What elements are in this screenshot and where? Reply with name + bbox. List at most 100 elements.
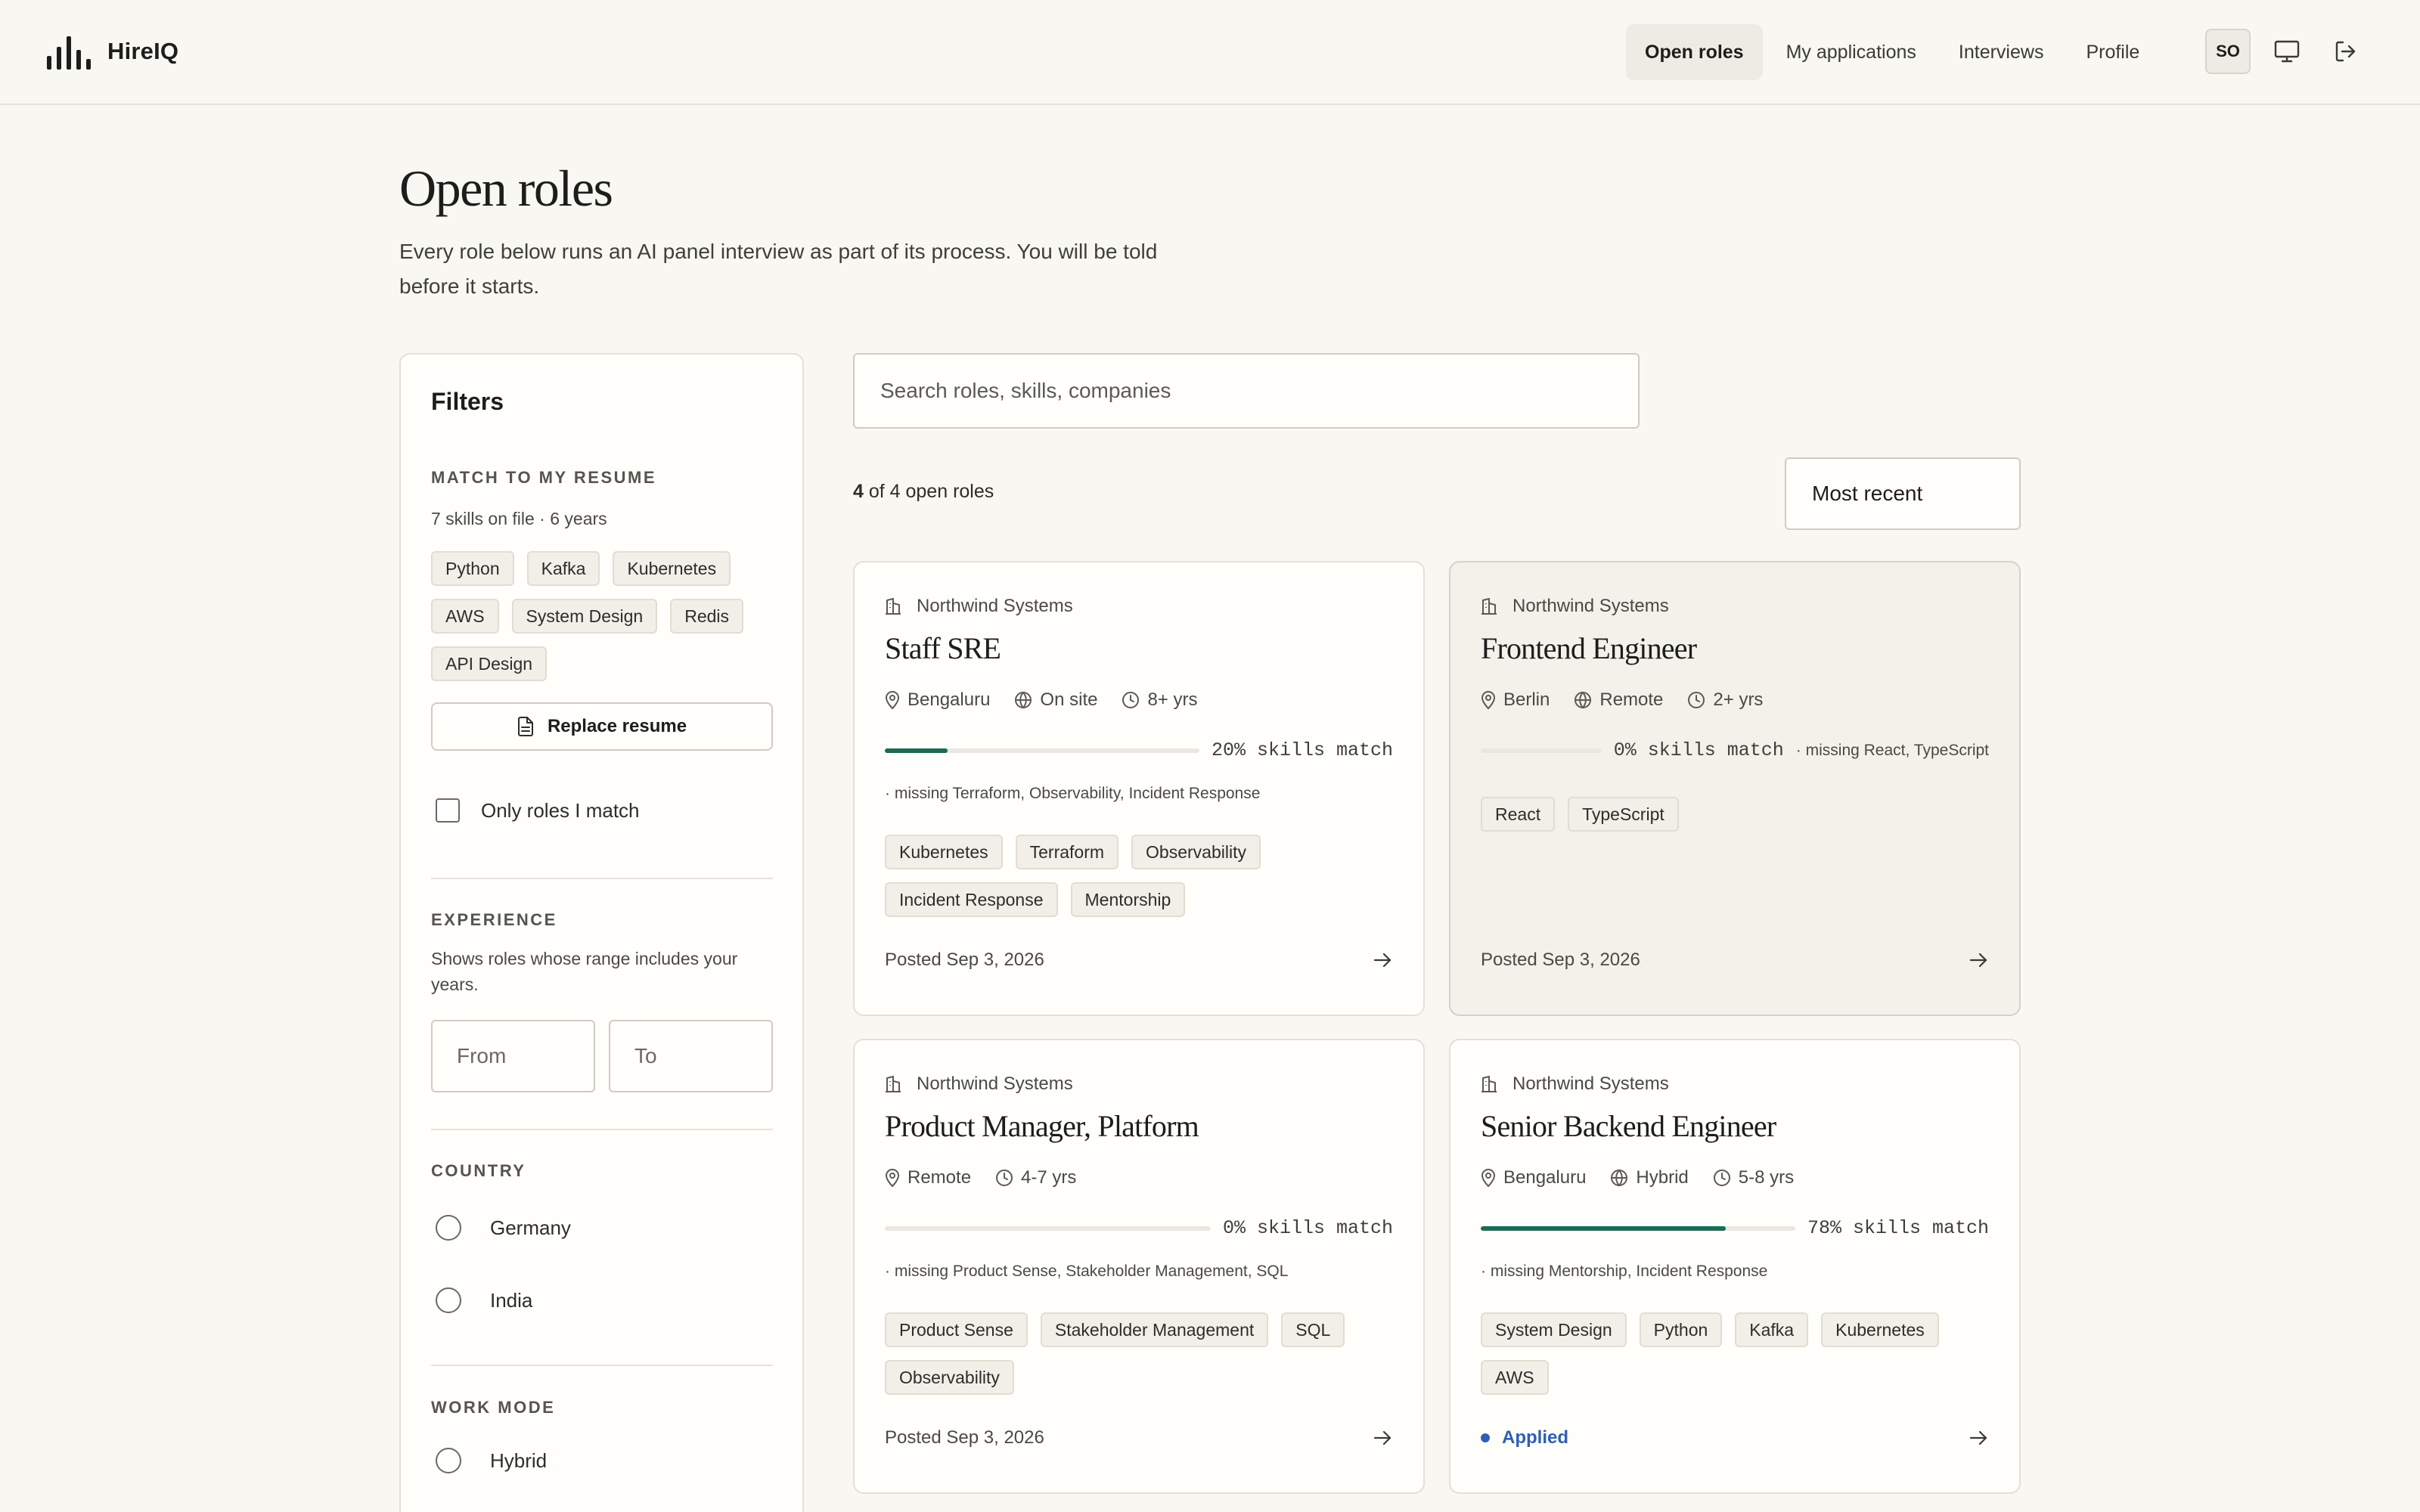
match-bar bbox=[885, 748, 1199, 753]
location-label: Bengaluru bbox=[1503, 1167, 1587, 1188]
replace-resume-button[interactable]: Replace resume bbox=[431, 702, 773, 751]
role-title[interactable]: Senior Backend Engineer bbox=[1481, 1108, 1776, 1144]
location: Berlin bbox=[1481, 689, 1550, 711]
only-match-toggle[interactable]: Only roles I match bbox=[436, 798, 640, 823]
match-label: 20% skills match bbox=[1211, 739, 1393, 761]
missing-skills: · missing Terraform, Observability, Inci… bbox=[885, 785, 1261, 802]
missing-skills: · missing Mentorship, Incident Response bbox=[1481, 1263, 1768, 1280]
skills-match: 0% skills match bbox=[885, 1217, 1393, 1239]
resume-skill-chip: Kafka bbox=[526, 551, 600, 586]
role-skill-chip: Mentorship bbox=[1070, 882, 1186, 917]
section-divider bbox=[431, 1365, 773, 1366]
role-skill-chip: System Design bbox=[1481, 1312, 1627, 1347]
resume-skill-chip: Kubernetes bbox=[613, 551, 731, 586]
logout-icon bbox=[2335, 41, 2356, 62]
monitor-icon bbox=[2274, 40, 2300, 63]
top-bar: HireIQ Open roles My applications Interv… bbox=[0, 0, 2420, 105]
location: Bengaluru bbox=[885, 689, 990, 711]
skills-match: 78% skills match bbox=[1481, 1217, 1989, 1239]
arrow-right-icon[interactable] bbox=[1968, 951, 1989, 969]
company-name: Northwind Systems bbox=[1512, 596, 1669, 616]
arrow-right-icon[interactable] bbox=[1968, 1429, 1989, 1447]
country-option-germany[interactable]: Germany bbox=[436, 1215, 571, 1241]
country-option-india[interactable]: India bbox=[436, 1287, 532, 1313]
company: Northwind Systems bbox=[885, 596, 1073, 617]
experience-label: 8+ yrs bbox=[1147, 689, 1198, 710]
work-mode: Hybrid bbox=[1610, 1167, 1689, 1188]
result-count-rest: of 4 open roles bbox=[868, 481, 994, 502]
posted-date: Posted Sep 3, 2026 bbox=[885, 1427, 1044, 1448]
filters-panel: Filters MATCH TO MY RESUME 7 skills on f… bbox=[399, 353, 804, 1512]
main-nav: Open roles My applications Interviews Pr… bbox=[1626, 24, 2163, 80]
experience-section-label: EXPERIENCE bbox=[431, 910, 557, 929]
only-match-checkbox[interactable] bbox=[436, 798, 460, 823]
brand[interactable]: HireIQ bbox=[47, 33, 178, 70]
building-icon bbox=[1481, 1076, 1497, 1092]
role-meta: Bengaluru On site 8+ yrs bbox=[885, 689, 1221, 711]
role-skill-chip: SQL bbox=[1281, 1312, 1345, 1347]
search-input[interactable] bbox=[853, 353, 1640, 429]
radio-button[interactable] bbox=[436, 1448, 461, 1473]
work-mode-option-hybrid[interactable]: Hybrid bbox=[436, 1448, 547, 1473]
role-card[interactable]: Northwind Systems Frontend Engineer Berl… bbox=[1449, 561, 2021, 1016]
posted-date: Posted Sep 3, 2026 bbox=[1481, 950, 1640, 970]
role-card[interactable]: Northwind Systems Senior Backend Enginee… bbox=[1449, 1039, 2021, 1494]
resume-section-label: MATCH TO MY RESUME bbox=[431, 468, 657, 487]
skills-match: 20% skills match bbox=[885, 739, 1393, 761]
monitor-button[interactable] bbox=[2264, 29, 2310, 74]
nav-my-applications[interactable]: My applications bbox=[1767, 24, 1935, 80]
country-section-label: COUNTRY bbox=[431, 1161, 526, 1180]
work-mode-label: On site bbox=[1040, 689, 1098, 710]
section-divider bbox=[431, 878, 773, 879]
resume-skill-chip: Redis bbox=[670, 599, 744, 634]
avatar[interactable]: SO bbox=[2205, 29, 2251, 74]
pin-icon bbox=[885, 691, 900, 710]
radio-button[interactable] bbox=[436, 1287, 461, 1313]
role-skill-chips: Product Sense Stakeholder Management SQL… bbox=[885, 1312, 1399, 1395]
match-label: 78% skills match bbox=[1807, 1217, 1989, 1239]
role-card[interactable]: Northwind Systems Staff SRE Bengaluru On… bbox=[853, 561, 1425, 1016]
role-card[interactable]: Northwind Systems Product Manager, Platf… bbox=[853, 1039, 1425, 1494]
experience-to-input[interactable] bbox=[609, 1020, 773, 1092]
role-meta: Remote 4-7 yrs bbox=[885, 1167, 1100, 1188]
sort-select[interactable]: Most recent bbox=[1785, 457, 2021, 530]
nav-interviews[interactable]: Interviews bbox=[1940, 24, 2063, 80]
work-mode-section-label: WORK MODE bbox=[431, 1398, 556, 1417]
page-subtitle: Every role below runs an AI panel interv… bbox=[399, 240, 1158, 298]
posted-date: Posted Sep 3, 2026 bbox=[885, 950, 1044, 970]
radio-button[interactable] bbox=[436, 1215, 461, 1241]
arrow-right-icon[interactable] bbox=[1372, 1429, 1393, 1447]
role-title[interactable]: Product Manager, Platform bbox=[885, 1108, 1199, 1144]
match-bar-fill bbox=[885, 748, 948, 753]
radio-label: Hybrid bbox=[490, 1448, 548, 1472]
result-count: 4 of 4 open roles bbox=[853, 481, 994, 503]
header-actions: SO bbox=[2205, 29, 2369, 74]
role-skill-chip: Python bbox=[1639, 1312, 1723, 1347]
nav-open-roles[interactable]: Open roles bbox=[1626, 24, 1763, 80]
role-skill-chip: Kubernetes bbox=[885, 835, 1003, 869]
match-bar bbox=[885, 1225, 1211, 1231]
role-skill-chip: React bbox=[1481, 797, 1556, 832]
experience-from-input[interactable] bbox=[431, 1020, 595, 1092]
skills-match: 0% skills match · missing React, TypeScr… bbox=[1481, 739, 1989, 761]
role-title[interactable]: Frontend Engineer bbox=[1481, 631, 1697, 666]
company-name: Northwind Systems bbox=[917, 1074, 1073, 1094]
building-icon bbox=[886, 598, 901, 615]
nav-profile[interactable]: Profile bbox=[2067, 24, 2158, 80]
only-match-label: Only roles I match bbox=[481, 798, 640, 822]
role-skill-chip: Kubernetes bbox=[1821, 1312, 1939, 1347]
clock-icon bbox=[996, 1170, 1013, 1186]
building-icon bbox=[886, 1076, 901, 1092]
role-title[interactable]: Staff SRE bbox=[885, 631, 1001, 666]
role-skill-chips: Kubernetes Terraform Observability Incid… bbox=[885, 835, 1399, 917]
arrow-right-icon[interactable] bbox=[1372, 951, 1393, 969]
role-skill-chip: Incident Response bbox=[885, 882, 1058, 917]
logout-button[interactable] bbox=[2323, 29, 2369, 74]
pin-icon bbox=[885, 1169, 900, 1188]
replace-resume-label: Replace resume bbox=[547, 716, 687, 736]
clock-icon bbox=[1713, 1170, 1730, 1186]
location-label: Bengaluru bbox=[908, 689, 991, 710]
company-name: Northwind Systems bbox=[917, 596, 1073, 616]
resume-skill-chip: System Design bbox=[511, 599, 658, 634]
role-skill-chip: AWS bbox=[1481, 1360, 1549, 1395]
